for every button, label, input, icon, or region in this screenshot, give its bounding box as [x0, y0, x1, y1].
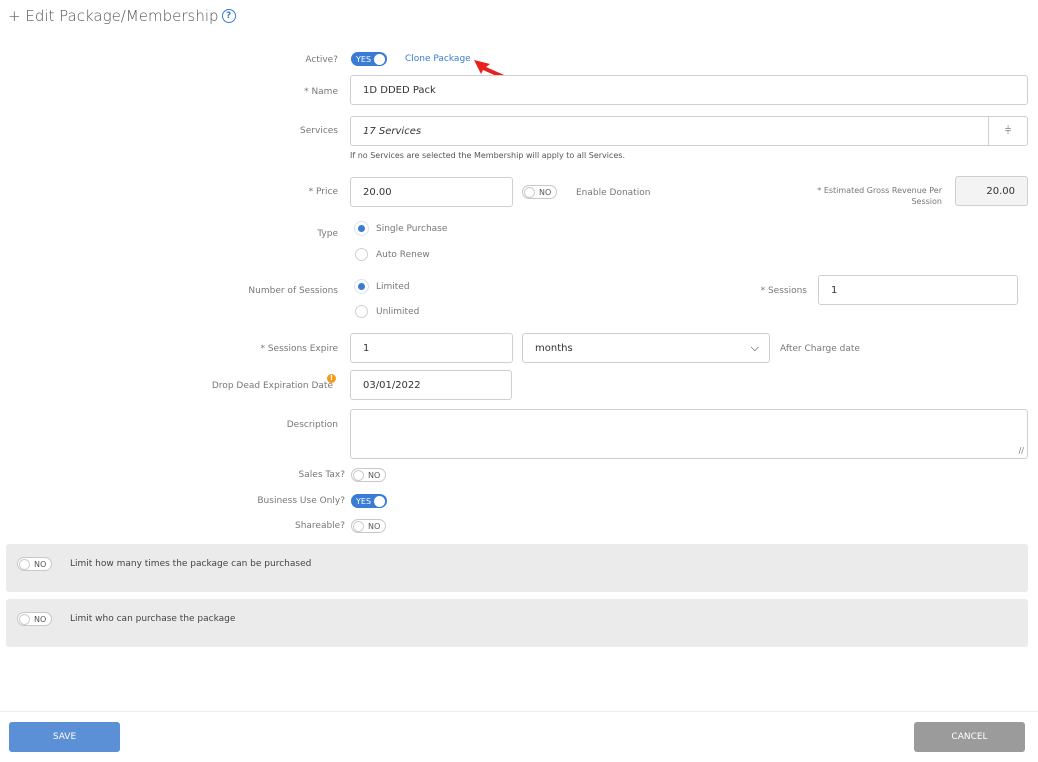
- price-input-value: 20.00: [363, 186, 392, 198]
- egr-label: * Estimated Gross Revenue Per Session: [817, 185, 942, 207]
- toggle-knob: [19, 558, 30, 570]
- egr-label-line2: Session: [911, 197, 942, 206]
- sessions-option-limited: Limited: [376, 282, 410, 292]
- radio-auto-renew[interactable]: [355, 248, 368, 261]
- type-option-single-purchase: Single Purchase: [376, 224, 448, 234]
- toggle-knob: [353, 469, 364, 481]
- shareable-label: Shareable?: [294, 521, 345, 531]
- description-textarea[interactable]: ∕∕: [350, 409, 1028, 459]
- double-chevron-down-icon[interactable]: ⫩: [988, 116, 1028, 146]
- sessions-label: * Sessions: [760, 286, 807, 296]
- radio-single-purchase[interactable]: [355, 222, 368, 235]
- business-use-toggle[interactable]: YES: [351, 494, 388, 508]
- sessions-input[interactable]: 1: [818, 275, 1018, 305]
- save-button[interactable]: SAVE: [9, 722, 120, 752]
- after-charge-label: After Charge date: [780, 344, 860, 354]
- help-circle-icon[interactable]: ?: [221, 9, 236, 23]
- egr-value: 20.00: [986, 185, 1015, 197]
- shareable-toggle-text: NO: [368, 521, 381, 531]
- active-toggle[interactable]: YES: [351, 52, 388, 66]
- radio-limited[interactable]: [355, 280, 368, 293]
- sales-tax-toggle-text: NO: [368, 470, 381, 480]
- name-input[interactable]: 1D DDED Pack: [350, 75, 1028, 105]
- expire-label: * Sessions Expire: [260, 344, 338, 354]
- active-toggle-text: YES: [356, 54, 372, 64]
- name-input-value: 1D DDED Pack: [363, 84, 436, 96]
- limit-purchases-toggle-text: NO: [34, 559, 47, 569]
- sessions-count-label: Number of Sessions: [248, 286, 338, 296]
- price-label: * Price: [308, 187, 338, 197]
- limit-purchases-panel: NO Limit how many times the package can …: [6, 544, 1028, 592]
- expire-input[interactable]: 1: [350, 333, 513, 363]
- resize-grip-icon[interactable]: ∕∕: [1019, 446, 1024, 455]
- toggle-knob: [19, 613, 30, 625]
- sessions-input-value: 1: [831, 284, 838, 296]
- footer-divider: [0, 711, 1038, 712]
- page-title: + Edit Package/Membership ?: [8, 7, 236, 25]
- limit-who-toggle[interactable]: NO: [17, 612, 53, 626]
- limit-purchases-text: Limit how many times the package can be …: [70, 559, 312, 569]
- radio-unlimited[interactable]: [355, 305, 368, 318]
- info-badge-icon[interactable]: !: [327, 374, 336, 383]
- drop-dead-date-value: 03/01/2022: [363, 379, 421, 391]
- type-label: Type: [317, 229, 338, 239]
- egr-label-line1: * Estimated Gross Revenue Per: [817, 186, 942, 195]
- price-input[interactable]: 20.00: [350, 177, 513, 207]
- expire-unit-value: months: [535, 342, 573, 354]
- toggle-knob: [524, 186, 535, 198]
- services-select-value: 17 Services: [363, 125, 422, 137]
- donation-label: Enable Donation: [576, 188, 651, 198]
- description-label: Description: [286, 420, 338, 430]
- sales-tax-toggle[interactable]: NO: [351, 468, 387, 482]
- limit-who-toggle-text: NO: [34, 614, 47, 624]
- services-label: Services: [300, 126, 338, 136]
- type-option-auto-renew: Auto Renew: [376, 250, 430, 260]
- toggle-knob: [374, 53, 386, 65]
- business-use-toggle-text: YES: [356, 496, 372, 506]
- active-label: Active?: [305, 55, 338, 65]
- drop-dead-date-input[interactable]: 03/01/2022: [350, 370, 512, 400]
- drop-dead-label: Drop Dead Expiration Date: [211, 381, 333, 391]
- name-label: * Name: [304, 87, 338, 97]
- shareable-toggle[interactable]: NO: [351, 519, 387, 533]
- limit-who-panel: NO Limit who can purchase the package: [6, 599, 1028, 647]
- limit-who-text: Limit who can purchase the package: [70, 614, 236, 624]
- limit-purchases-toggle[interactable]: NO: [17, 557, 53, 571]
- expire-input-value: 1: [363, 342, 370, 354]
- services-hint: If no Services are selected the Membersh…: [350, 151, 626, 160]
- cancel-button[interactable]: CANCEL: [914, 722, 1025, 752]
- sessions-option-unlimited: Unlimited: [376, 307, 420, 317]
- sales-tax-label: Sales Tax?: [298, 470, 345, 480]
- chevron-down-icon: ⌵: [750, 341, 759, 354]
- egr-value-field: 20.00: [955, 176, 1028, 206]
- toggle-knob: [374, 495, 386, 507]
- clone-package-link[interactable]: Clone Package: [405, 54, 471, 64]
- business-use-label: Business Use Only?: [257, 496, 345, 506]
- expire-unit-select[interactable]: months ⌵: [522, 333, 770, 363]
- donation-toggle[interactable]: NO: [522, 185, 558, 199]
- donation-toggle-text: NO: [539, 187, 552, 197]
- services-select[interactable]: 17 Services: [350, 116, 989, 146]
- page-title-text: + Edit Package/Membership: [8, 7, 219, 25]
- toggle-knob: [353, 520, 364, 532]
